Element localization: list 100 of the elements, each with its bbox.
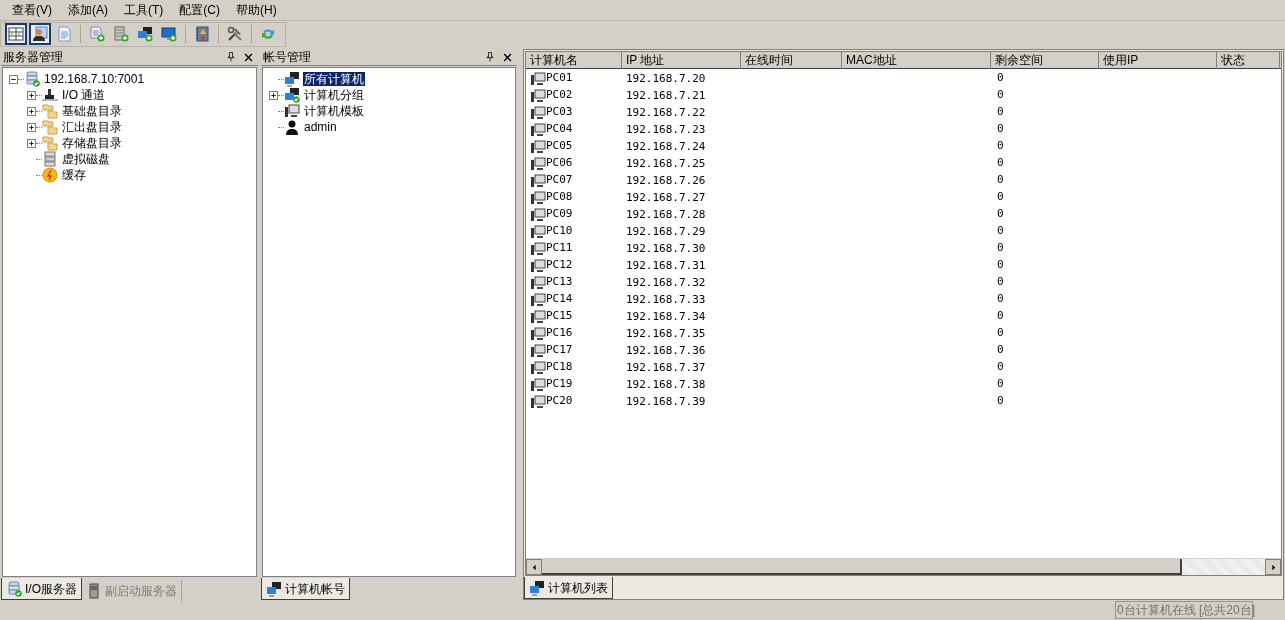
computer-icon: [530, 104, 546, 121]
table-cell-text: 0: [996, 257, 1004, 274]
table-cell: 192.168.7.29: [626, 225, 706, 239]
column-header[interactable]: 剩余空间: [991, 52, 1099, 69]
tree-item[interactable]: 192.168.7.10:7001: [43, 72, 146, 86]
tree-item[interactable]: admin: [303, 120, 338, 134]
table-cell: 192.168.7.27: [626, 191, 706, 205]
table-cell: PC03: [546, 104, 573, 121]
computer-icon: [530, 376, 546, 393]
expander-toggle[interactable]: [27, 90, 36, 100]
menu-item[interactable]: 配置(C): [171, 0, 228, 20]
table-cell-text: 0: [996, 104, 1004, 121]
table-cell: PC07: [546, 172, 573, 189]
scroll-thumb[interactable]: [542, 559, 1182, 575]
table-cell: 192.168.7.38: [626, 378, 706, 392]
table-cell-text: 0: [996, 274, 1004, 291]
table-cell-text: 0: [996, 172, 1004, 189]
column-header[interactable]: 状态: [1217, 52, 1280, 69]
table-cell: PC10: [546, 223, 573, 240]
tree-item[interactable]: I/O 通道: [61, 88, 107, 102]
table-cell: 192.168.7.32: [626, 276, 706, 290]
tab[interactable]: I/O服务器: [1, 578, 82, 600]
warning-book-icon: [194, 26, 210, 42]
tree-item[interactable]: 基础盘目录: [61, 104, 123, 118]
table-cell: 192.168.7.35: [626, 327, 706, 341]
expander-toggle[interactable]: [27, 122, 36, 132]
computers-icon: [529, 579, 545, 596]
expander-toggle[interactable]: [9, 74, 18, 84]
table-cell: PC18: [546, 359, 573, 376]
lightning-circle-icon: [42, 167, 58, 183]
scroll-right-button[interactable]: [1265, 559, 1281, 575]
tab[interactable]: 计算机列表: [524, 577, 613, 599]
folder-icon: [42, 119, 58, 135]
table-cell-text: 0: [996, 87, 1004, 104]
tree-item[interactable]: 汇出盘目录: [61, 120, 123, 134]
tree-item[interactable]: 虚拟磁盘: [61, 152, 111, 166]
table-cell: 192.168.7.25: [626, 157, 706, 171]
menu-item[interactable]: 查看(V): [4, 0, 60, 20]
tree-item[interactable]: 所有计算机: [303, 72, 365, 86]
server-icon: [6, 580, 22, 597]
table-cell: PC02: [546, 87, 573, 104]
close-icon: [243, 51, 254, 63]
folder-icon: [42, 103, 58, 119]
menu-item[interactable]: 工具(T): [116, 0, 172, 20]
table-cell-text: 0: [996, 70, 1004, 87]
plus-icon: [28, 123, 35, 131]
tree-item[interactable]: 计算机分组: [303, 88, 365, 102]
plus-icon: [270, 91, 277, 99]
table-cell-text: 0: [996, 121, 1004, 138]
computer-icon: [284, 103, 300, 119]
menu-item[interactable]: 添加(A): [60, 0, 116, 20]
table-cell-text: 0: [996, 189, 1004, 206]
tree-item[interactable]: 缓存: [61, 168, 87, 182]
computer-icon: [530, 87, 546, 104]
table-cell: 192.168.7.22: [626, 106, 706, 120]
column-header[interactable]: 使用IP: [1099, 52, 1217, 69]
table-cell: 192.168.7.24: [626, 140, 706, 154]
status-text: 0台计算机在线 [总共20台]: [1115, 601, 1253, 619]
table-cell: PC16: [546, 325, 573, 342]
computers-check-icon: [284, 87, 300, 103]
port-icon: [42, 87, 58, 103]
folder-icon: [42, 135, 58, 151]
column-header[interactable]: 在线时间: [741, 52, 842, 69]
column-header[interactable]: 计算机名: [526, 52, 622, 69]
table-cell-text: 0: [996, 359, 1004, 376]
computer-icon: [530, 257, 546, 274]
table-cell: PC09: [546, 206, 573, 223]
pin-icon: [225, 51, 237, 63]
table-cell-text: 0: [996, 291, 1004, 308]
toolbar-button[interactable]: [29, 23, 51, 45]
table-cell-text: 0: [996, 376, 1004, 393]
computer-icon: [530, 155, 546, 172]
table-cell-text: 0: [996, 325, 1004, 342]
scroll-left-button[interactable]: [526, 559, 542, 575]
column-header[interactable]: MAC地址: [842, 52, 991, 69]
expander-toggle[interactable]: [27, 138, 36, 148]
table-cell: PC14: [546, 291, 573, 308]
table-cell-text: 0: [996, 223, 1004, 240]
expander-toggle[interactable]: [27, 106, 36, 116]
computer-icon: [530, 206, 546, 223]
table-cell: PC05: [546, 138, 573, 155]
table-cell: 192.168.7.37: [626, 361, 706, 375]
table-cell: PC20: [546, 393, 573, 410]
table-cell: PC15: [546, 308, 573, 325]
column-header[interactable]: IP 地址: [622, 52, 741, 69]
table-cell-text: 0: [996, 308, 1004, 325]
toolbar-button[interactable]: [5, 23, 27, 45]
computer-icon: [530, 172, 546, 189]
tree-item[interactable]: 存储盘目录: [61, 136, 123, 150]
tree-item[interactable]: 计算机模板: [303, 104, 365, 118]
table-cell: 192.168.7.34: [626, 310, 706, 324]
tab[interactable]: 计算机帐号: [261, 578, 350, 600]
computer-icon: [530, 121, 546, 138]
computer-icon: [530, 393, 546, 410]
tools-icon: [227, 26, 243, 42]
table-cell: PC12: [546, 257, 573, 274]
computer-icon: [530, 274, 546, 291]
expander-toggle[interactable]: [269, 90, 278, 100]
computer-icon: [530, 325, 546, 342]
menu-item[interactable]: 帮助(H): [228, 0, 285, 20]
